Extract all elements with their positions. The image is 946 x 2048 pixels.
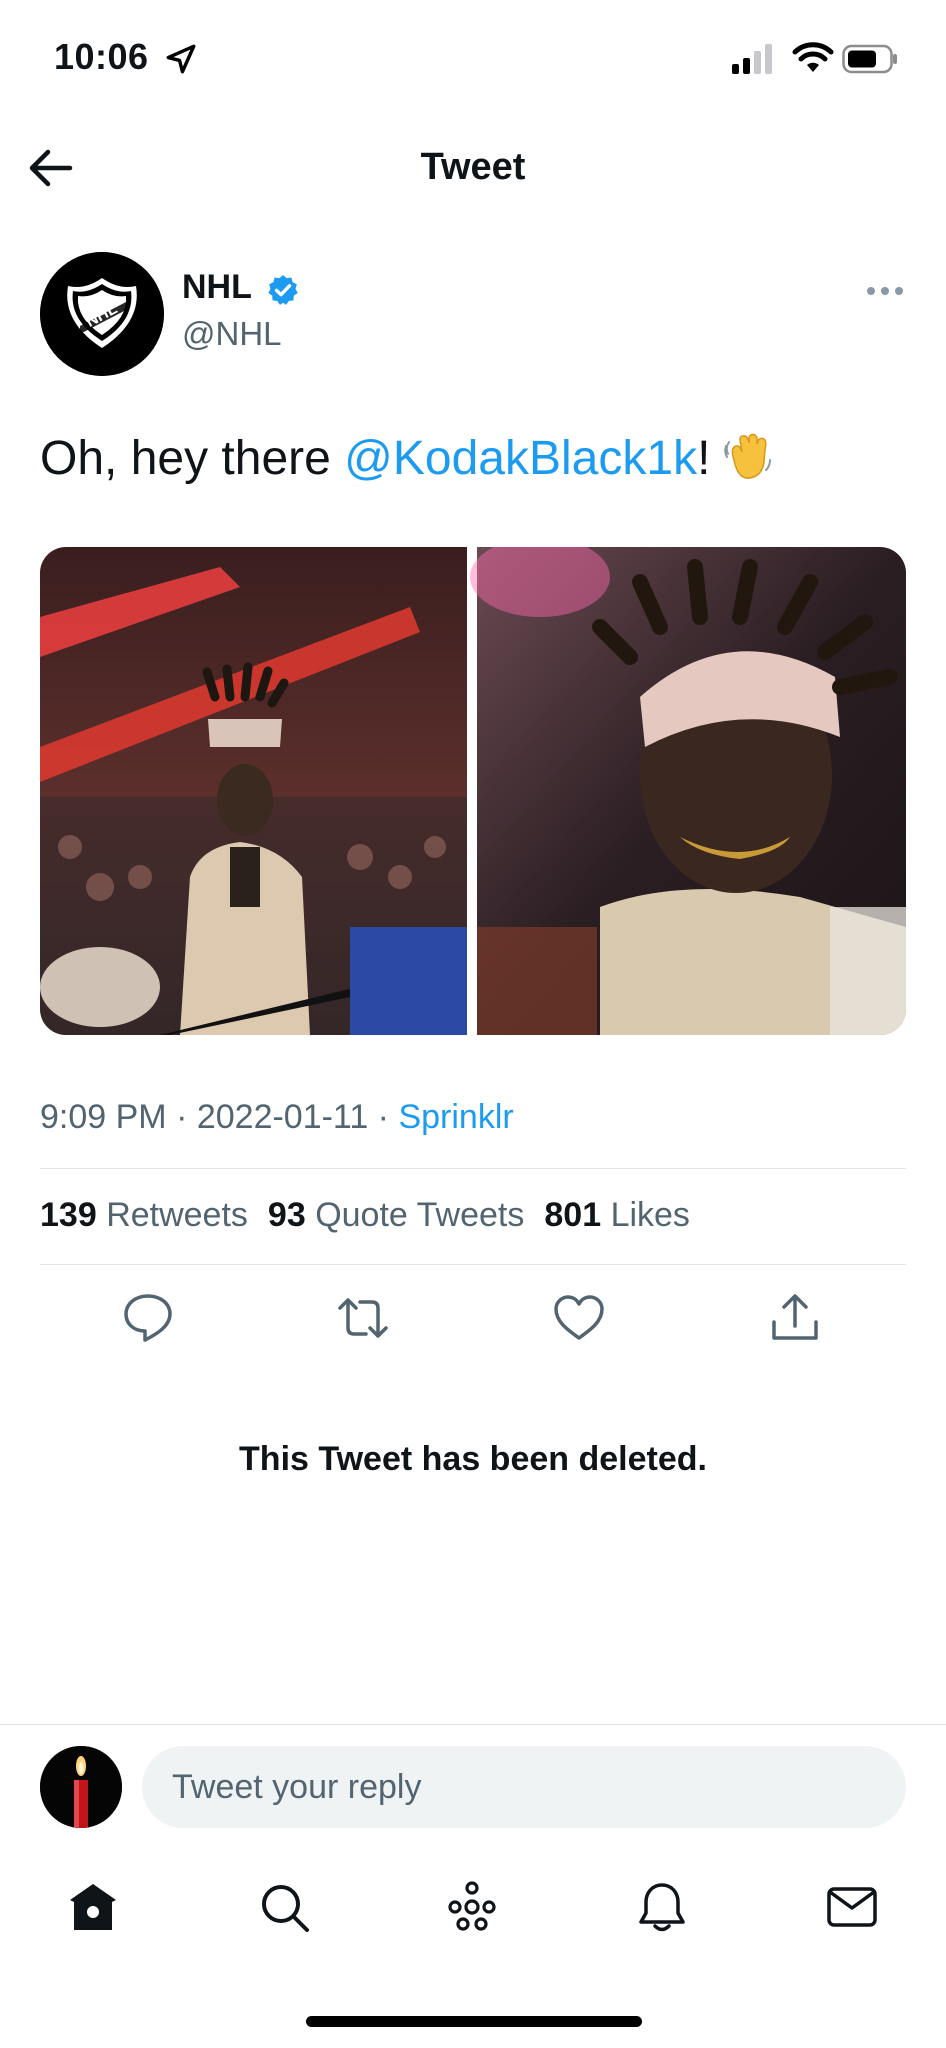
timestamp-text: 9:09 PM · 2022-01-11 · [40, 1098, 399, 1136]
quote-tweets-stat[interactable]: 93 Quote Tweets [268, 1196, 524, 1234]
page-title: Tweet [420, 146, 526, 188]
author-name[interactable]: NHL [182, 268, 252, 307]
verified-badge-icon [268, 275, 298, 305]
nhl-logo-icon: NHL [40, 252, 164, 376]
tweet-text: Oh, hey there @KodakBlack1k! [40, 430, 774, 486]
home-indicator [306, 2016, 642, 2027]
likes-stat[interactable]: 801 Likes [544, 1196, 690, 1234]
waving-hand-icon [724, 433, 772, 479]
media-photo-left[interactable] [40, 547, 467, 1035]
reply-input[interactable] [142, 1746, 906, 1828]
divider [40, 1264, 906, 1265]
like-icon[interactable] [552, 1292, 606, 1344]
search-icon[interactable] [257, 1880, 311, 1934]
author-avatar[interactable]: NHL [40, 252, 164, 376]
status-time: 10:06 [54, 36, 149, 77]
share-icon[interactable] [768, 1292, 822, 1344]
quotes-label: Quote Tweets [315, 1196, 525, 1234]
media-photo-right[interactable] [470, 547, 906, 1035]
divider [0, 1724, 946, 1725]
notifications-icon[interactable] [635, 1880, 689, 1934]
retweet-icon[interactable] [336, 1292, 390, 1344]
tweet-text-prefix: Oh, hey there [40, 432, 345, 485]
cellular-signal-icon [732, 44, 772, 74]
source-link[interactable]: Sprinklr [398, 1098, 513, 1136]
author-handle[interactable]: @NHL [182, 315, 282, 353]
mention-link[interactable]: @KodakBlack1k [344, 432, 697, 485]
tweet-stats: 139 Retweets 93 Quote Tweets 801 Likes [40, 1196, 690, 1235]
user-avatar[interactable] [40, 1746, 122, 1828]
likes-label: Likes [610, 1196, 690, 1234]
retweets-label: Retweets [106, 1196, 248, 1234]
messages-icon[interactable] [825, 1880, 879, 1934]
quotes-count: 93 [267, 1196, 306, 1234]
reply-icon[interactable] [121, 1292, 175, 1344]
tweet-text-suffix: ! [697, 432, 711, 485]
likes-count: 801 [544, 1196, 602, 1234]
retweets-count: 139 [40, 1196, 97, 1234]
home-icon[interactable] [66, 1880, 120, 1934]
more-options-icon[interactable] [866, 286, 904, 296]
battery-icon [842, 44, 897, 74]
retweets-stat[interactable]: 139 Retweets [40, 1196, 248, 1234]
wifi-icon [792, 42, 834, 72]
tweet-timestamp: 9:09 PM · 2022-01-11 · Sprinklr [40, 1098, 514, 1137]
deleted-tweet-notice: This Tweet has been deleted. [239, 1440, 707, 1478]
location-arrow-icon [166, 44, 196, 74]
spaces-icon[interactable] [445, 1880, 499, 1934]
candle-image [40, 1746, 122, 1828]
divider [40, 1168, 906, 1169]
tweet-media[interactable] [40, 547, 906, 1035]
